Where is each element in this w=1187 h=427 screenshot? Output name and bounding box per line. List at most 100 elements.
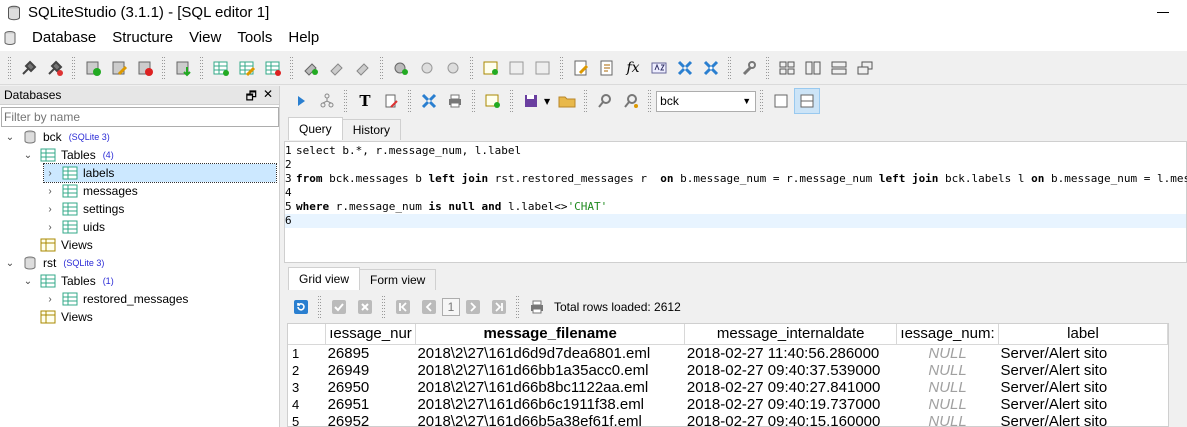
open-sql-editor-button[interactable] <box>568 55 594 81</box>
cell-message-num[interactable]: 26951 <box>326 396 416 413</box>
import-button[interactable] <box>170 55 196 81</box>
cell-message-filename[interactable]: 2018\2\27\161d66b5a38ef61f.eml <box>415 413 684 426</box>
tree-table-uids[interactable]: › uids <box>44 218 105 236</box>
export-grid-button[interactable] <box>524 294 550 320</box>
tree-table-settings[interactable]: › settings <box>44 200 124 218</box>
cell-message-num[interactable]: 26950 <box>326 379 416 396</box>
clear-history-button[interactable] <box>378 88 404 114</box>
extensions-button[interactable] <box>672 55 698 81</box>
tab-grid-view[interactable]: Grid view <box>288 267 361 290</box>
add-db-button[interactable] <box>80 55 106 81</box>
tab-query[interactable]: Query <box>288 117 343 140</box>
chevron-right-icon[interactable]: › <box>44 222 56 233</box>
cascade-windows-button[interactable] <box>852 55 878 81</box>
results-grid[interactable]: ıessage_nur message_filename message_int… <box>287 323 1169 427</box>
execute-query-button[interactable] <box>288 88 314 114</box>
cell-restored-message-num[interactable]: NULL <box>897 396 999 413</box>
chevron-right-icon[interactable]: › <box>44 294 56 305</box>
tile-horizontal-button[interactable] <box>800 55 826 81</box>
format-sql-button[interactable]: T <box>352 88 378 114</box>
remove-db-button[interactable] <box>132 55 158 81</box>
cell-label[interactable]: Server/Alert sito <box>998 345 1167 363</box>
chevron-down-icon[interactable]: ⌄ <box>22 276 34 287</box>
database-select[interactable]: bck ▼ <box>656 90 757 112</box>
cell-restored-message-num[interactable]: NULL <box>897 379 999 396</box>
next-page-button[interactable] <box>460 294 486 320</box>
tree-db-bck[interactable]: ⌄ bck (SQLite 3) <box>4 128 110 146</box>
user-extensions-button[interactable] <box>698 55 724 81</box>
cell-restored-message-num[interactable]: NULL <box>897 413 999 426</box>
rollback-button[interactable] <box>352 294 378 320</box>
cell-message-internaldate[interactable]: 2018-02-27 11:40:56.286000 <box>685 345 897 363</box>
prev-page-button[interactable] <box>416 294 442 320</box>
new-view-button[interactable] <box>478 55 504 81</box>
menu-help[interactable]: Help <box>280 25 327 51</box>
tile-vertical-button[interactable] <box>826 55 852 81</box>
tab-form-view[interactable]: Form view <box>359 269 437 290</box>
table-row[interactable]: 5 26952 2018\2\27\161d66b5a38ef61f.eml 2… <box>288 413 1168 426</box>
chevron-right-icon[interactable]: › <box>44 168 56 179</box>
export-results-button[interactable] <box>416 88 442 114</box>
column-header[interactable]: label <box>998 324 1168 345</box>
cell-message-filename[interactable]: 2018\2\27\161d6d9d7dea6801.eml <box>415 345 684 363</box>
tree-tables-rst[interactable]: ⌄ Tables (1) <box>22 272 114 290</box>
find-replace-button[interactable] <box>618 88 644 114</box>
edit-view-button[interactable] <box>504 55 530 81</box>
table-row[interactable]: 4 26951 2018\2\27\161d66b6c1911f38.eml 2… <box>288 396 1168 413</box>
cell-message-filename[interactable]: 2018\2\27\161d66bb1a35acc0.eml <box>415 362 684 379</box>
tree-table-restored-messages[interactable]: › restored_messages <box>44 290 188 308</box>
edit-trigger-button[interactable] <box>414 55 440 81</box>
tree-tables-bck[interactable]: ⌄ Tables (4) <box>22 146 114 164</box>
cell-restored-message-num[interactable]: NULL <box>897 362 999 379</box>
chevron-down-icon[interactable]: ⌄ <box>22 150 34 161</box>
results-in-tab-button[interactable] <box>768 88 794 114</box>
delete-view-button[interactable] <box>530 55 556 81</box>
column-header[interactable]: ıessage_num: <box>896 324 999 345</box>
tree-table-labels[interactable]: › labels <box>43 163 277 183</box>
cell-message-internaldate[interactable]: 2018-02-27 09:40:27.841000 <box>685 379 897 396</box>
new-table-button[interactable] <box>208 55 234 81</box>
delete-table-button[interactable] <box>260 55 286 81</box>
cell-label[interactable]: Server/Alert sito <box>998 413 1167 426</box>
page-number-input[interactable]: 1 <box>442 298 460 316</box>
ddl-history-button[interactable] <box>594 55 620 81</box>
cell-message-internaldate[interactable]: 2018-02-27 09:40:37.539000 <box>685 362 897 379</box>
tree-views-rst[interactable]: Views <box>40 308 93 326</box>
chevron-right-icon[interactable]: › <box>44 204 56 215</box>
float-panel-icon[interactable]: 🗗 <box>246 87 257 108</box>
table-row[interactable]: 2 26949 2018\2\27\161d66bb1a35acc0.eml 2… <box>288 362 1168 379</box>
edit-index-button[interactable] <box>324 55 350 81</box>
cell-message-internaldate[interactable]: 2018-02-27 09:40:15.160000 <box>685 413 897 426</box>
cell-label[interactable]: Server/Alert sito <box>998 396 1167 413</box>
column-header[interactable]: message_filename <box>415 324 686 345</box>
cell-label[interactable]: Server/Alert sito <box>998 379 1167 396</box>
cell-message-num[interactable]: 26952 <box>326 413 416 426</box>
sql-code-editor[interactable]: 1 select b.*, r.message_num, l.label 2 3f… <box>284 141 1187 263</box>
explain-query-button[interactable] <box>314 88 340 114</box>
tab-history[interactable]: History <box>341 119 402 140</box>
menu-database[interactable]: Database <box>24 25 104 51</box>
tree-db-rst[interactable]: ⌄ rst (SQLite 3) <box>4 254 105 272</box>
delete-trigger-button[interactable] <box>440 55 466 81</box>
minimize-button[interactable] <box>1147 3 1177 21</box>
tile-windows-button[interactable] <box>774 55 800 81</box>
menu-tools[interactable]: Tools <box>229 25 280 51</box>
table-row[interactable]: 3 26950 2018\2\27\161d66b8bc1122aa.eml 2… <box>288 379 1168 396</box>
refresh-results-button[interactable] <box>288 294 314 320</box>
open-sql-file-button[interactable] <box>554 88 580 114</box>
new-trigger-button[interactable] <box>388 55 414 81</box>
chevron-down-icon[interactable]: ▼ <box>544 97 550 106</box>
edit-table-button[interactable] <box>234 55 260 81</box>
cell-message-num[interactable]: 26895 <box>326 345 416 363</box>
chevron-right-icon[interactable]: › <box>44 186 56 197</box>
functions-editor-button[interactable]: fx <box>620 55 646 81</box>
connect-db-button[interactable] <box>16 55 42 81</box>
results-below-button[interactable] <box>794 88 821 114</box>
cell-label[interactable]: Server/Alert sito <box>998 362 1167 379</box>
print-button[interactable] <box>442 88 468 114</box>
create-view-from-query-button[interactable] <box>480 88 506 114</box>
tree-table-messages[interactable]: › messages <box>44 182 137 200</box>
delete-index-button[interactable] <box>350 55 376 81</box>
chevron-down-icon[interactable]: ⌄ <box>4 258 16 269</box>
collations-editor-button[interactable] <box>646 55 672 81</box>
